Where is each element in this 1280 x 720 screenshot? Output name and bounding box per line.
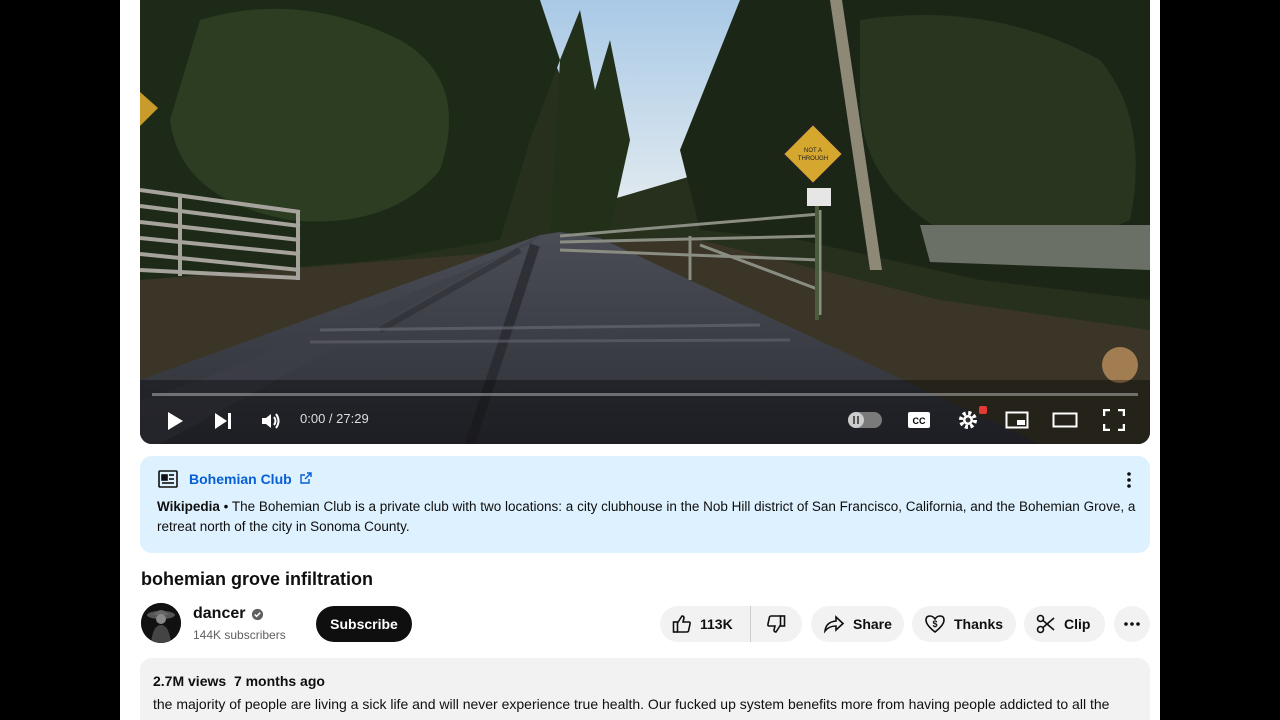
like-dislike-group: 113K	[660, 606, 802, 642]
verified-icon	[252, 608, 264, 620]
thumbs-down-icon	[767, 615, 786, 633]
like-button[interactable]: 113K	[660, 606, 751, 642]
description-text: the majority of people are living a sick…	[153, 696, 1110, 712]
progress-bar[interactable]	[152, 393, 1138, 396]
info-panel-title: Bohemian Club	[189, 471, 292, 487]
more-actions-button[interactable]	[1114, 606, 1150, 642]
pause-icon	[848, 412, 864, 428]
external-link-icon	[299, 472, 312, 484]
thanks-label: Thanks	[954, 616, 1004, 632]
more-horizontal-icon	[1124, 622, 1140, 626]
road-sign-text: NOT A	[804, 148, 822, 154]
dislike-button[interactable]	[751, 606, 801, 642]
clip-label: Clip	[1064, 616, 1091, 632]
info-panel-more-icon[interactable]	[1122, 470, 1136, 490]
upload-age: 7 months ago	[233, 673, 325, 689]
description-box[interactable]: 2.7M views 7 months ago the majority of …	[140, 658, 1150, 720]
subscriber-count: 144K subscribers	[193, 628, 286, 642]
info-panel-body: The Bohemian Club is a private club with…	[157, 499, 1136, 534]
info-panel-link[interactable]: Bohemian Club	[189, 471, 312, 487]
fullscreen-icon[interactable]	[1102, 408, 1126, 432]
volume-icon[interactable]	[260, 410, 282, 432]
video-title: bohemian grove infiltration	[141, 569, 374, 589]
next-icon[interactable]	[212, 410, 234, 432]
video-frame: NOT A THROUGH	[140, 0, 1150, 444]
play-icon[interactable]	[164, 410, 186, 432]
autoplay-toggle[interactable]	[848, 412, 882, 428]
scissors-icon	[1036, 614, 1055, 634]
captions-icon[interactable]: CC	[906, 409, 932, 431]
time-display: 0:00 / 27:29	[300, 411, 369, 426]
subscribe-button[interactable]: Subscribe	[316, 606, 412, 642]
svg-text:CC: CC	[913, 416, 926, 426]
article-icon	[158, 470, 178, 493]
channel-avatar[interactable]	[141, 603, 181, 643]
page: NOT A THROUGH 0:00 / 27:29 CC Bohemian C…	[120, 0, 1160, 720]
share-label: Share	[853, 616, 892, 632]
settings-icon[interactable]	[956, 408, 980, 432]
thumbs-up-icon	[672, 615, 691, 633]
thanks-icon: $	[925, 615, 945, 634]
share-button[interactable]: Share	[811, 606, 904, 642]
clip-button[interactable]: Clip	[1024, 606, 1105, 642]
channel-name-row[interactable]: dancer	[193, 605, 264, 623]
share-icon	[823, 615, 845, 634]
info-panel: Bohemian Club Wikipedia • The Bohemian C…	[140, 456, 1150, 553]
channel-name: dancer	[193, 605, 246, 622]
theater-mode-icon[interactable]	[1052, 409, 1078, 431]
hd-badge	[979, 406, 987, 414]
view-count: 2.7M views	[153, 673, 227, 689]
thanks-button[interactable]: $ Thanks	[912, 606, 1016, 642]
svg-text:$: $	[932, 619, 937, 629]
miniplayer-icon[interactable]	[1004, 409, 1030, 431]
info-panel-text: Wikipedia • The Bohemian Club is a priva…	[157, 499, 1136, 534]
video-player[interactable]: NOT A THROUGH 0:00 / 27:29 CC	[140, 0, 1150, 444]
like-count: 113K	[700, 616, 733, 632]
svg-text:THROUGH: THROUGH	[798, 156, 828, 162]
info-panel-source: Wikipedia	[157, 499, 220, 514]
description-meta: 2.7M views 7 months ago	[153, 673, 325, 689]
